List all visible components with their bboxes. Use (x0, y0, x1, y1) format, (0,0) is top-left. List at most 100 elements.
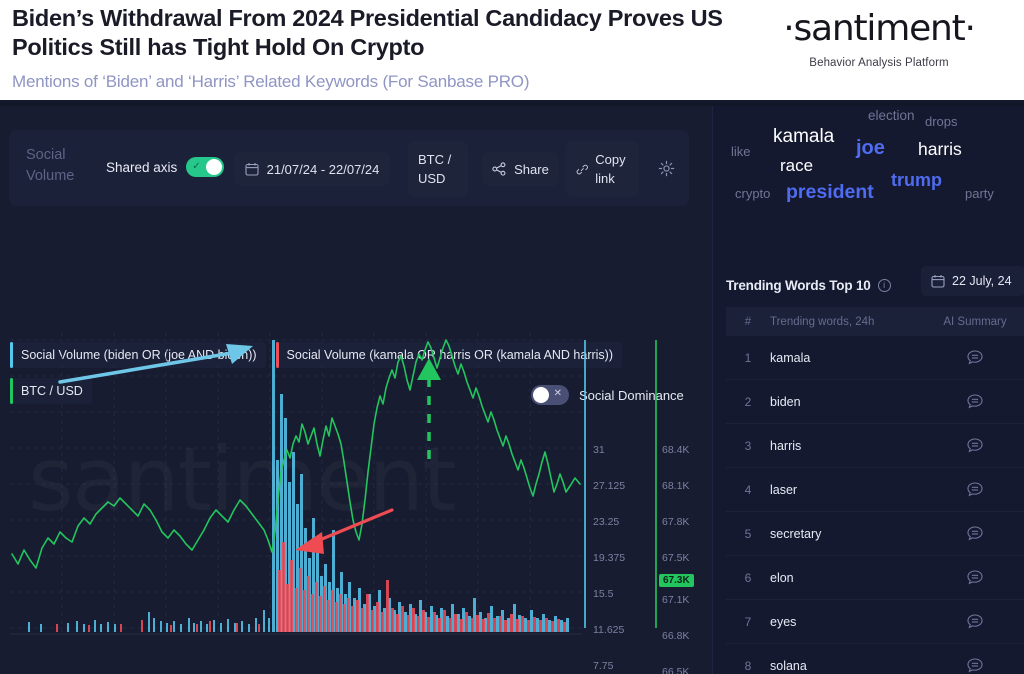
word-cloud[interactable]: election drops kamala joe harris like ra… (713, 106, 1024, 218)
axis-tick: 7.75 (593, 660, 614, 672)
ai-summary-icon[interactable] (966, 481, 984, 499)
table-header-row: # Trending words, 24h AI Summary (726, 307, 1024, 336)
info-icon[interactable]: i (877, 278, 891, 292)
row-word: kamala (770, 350, 811, 365)
copy-link-button[interactable]: Copy link (566, 141, 639, 197)
link-icon (576, 164, 588, 174)
table-row[interactable]: 8 solana (726, 644, 1024, 674)
ai-summary-icon[interactable] (966, 349, 984, 367)
shared-axis-toggle[interactable]: ✓ (186, 157, 225, 177)
row-word: secretary (770, 526, 822, 541)
axis-tick: 67.1K (662, 594, 690, 606)
axis-tick: 68.4K (662, 444, 690, 456)
row-rank: 8 (744, 658, 752, 673)
word-cloud-item[interactable]: kamala (773, 126, 834, 148)
word-cloud-item[interactable]: drops (925, 114, 958, 129)
ai-summary-icon[interactable] (966, 613, 984, 631)
word-cloud-item[interactable]: crypto (735, 186, 770, 201)
axis-tick: 67.8K (662, 516, 690, 528)
row-rank: 3 (744, 438, 752, 453)
word-cloud-item[interactable]: election (868, 108, 915, 123)
axis-tick: 31 (593, 444, 605, 456)
row-rank: 6 (744, 570, 752, 585)
ai-summary-icon[interactable] (966, 437, 984, 455)
row-word: laser (770, 482, 798, 497)
share-icon (492, 162, 506, 176)
row-word: eyes (770, 614, 797, 629)
asset-pair-value: BTC / USD (418, 152, 452, 186)
shared-axis-label: Shared axis (106, 159, 178, 175)
trending-words-title: Trending Words Top 10 (726, 277, 871, 293)
axis-tick: 66.8K (662, 630, 690, 642)
copy-link-label: Copy link (595, 152, 626, 186)
chart-toolbar: Social Volume Shared axis ✓ 21/07/24 - 2… (9, 130, 689, 206)
axis-tick: 15.5 (593, 588, 614, 600)
row-rank: 7 (744, 614, 752, 629)
table-row[interactable]: 1 kamala (726, 336, 1024, 380)
table-row[interactable]: 2 biden (726, 380, 1024, 424)
brand-logo: ·santiment· Behavior Analysis Platform (754, 8, 1004, 69)
share-button[interactable]: Share (482, 152, 559, 186)
axis-tick: 23.25 (593, 516, 620, 528)
calendar-icon (931, 275, 945, 288)
word-cloud-item[interactable]: race (780, 156, 813, 176)
row-rank: 4 (744, 482, 752, 497)
trending-date-picker[interactable]: 22 July, 24 (921, 266, 1024, 296)
ai-summary-icon[interactable] (966, 569, 984, 587)
panel-title: Social Volume (26, 147, 75, 184)
axis-tick: 67.5K (662, 552, 690, 564)
asset-pair-selector[interactable]: BTC / USD (408, 141, 468, 197)
gear-icon (658, 160, 674, 176)
table-row[interactable]: 7 eyes (726, 600, 1024, 644)
check-icon: ✓ (192, 161, 201, 172)
word-cloud-item[interactable]: president (786, 181, 874, 204)
trending-words-table: # Trending words, 24h AI Summary 1 kamal… (726, 307, 1024, 674)
axis-tick: 19.375 (593, 552, 626, 564)
trending-date-value: 22 July, 24 (952, 274, 1012, 288)
col-header-word: Trending words, 24h (770, 315, 875, 328)
table-row[interactable]: 5 secretary (726, 512, 1024, 556)
row-rank: 5 (744, 526, 752, 541)
row-word: biden (770, 394, 801, 409)
page-title: Biden’s Withdrawal From 2024 Presidentia… (12, 5, 723, 60)
word-cloud-item[interactable]: joe (856, 137, 885, 160)
trending-panel: election drops kamala joe harris like ra… (712, 106, 1024, 674)
row-word: elon (770, 570, 794, 585)
axis-tick: 11.625 (593, 624, 625, 636)
date-range-picker[interactable]: 21/07/24 - 22/07/24 (234, 152, 390, 186)
axis-tick: 66.5K (662, 666, 690, 674)
ai-summary-icon[interactable] (966, 657, 984, 674)
axis-tick: 27.125 (593, 480, 626, 492)
word-cloud-item[interactable]: harris (918, 139, 962, 160)
row-rank: 2 (744, 394, 752, 409)
share-label: Share (514, 161, 549, 177)
chart-canvas[interactable]: santiment (10, 332, 710, 672)
col-header-summary: AI Summary (943, 315, 1007, 328)
chart-panel: Social Volume Shared axis ✓ 21/07/24 - 2… (0, 106, 712, 674)
ai-summary-icon[interactable] (966, 525, 984, 543)
page-subtitle: Mentions of ‘Biden’ and ‘Harris’ Related… (12, 72, 530, 91)
date-range-value: 21/07/24 - 22/07/24 (266, 161, 380, 177)
table-row[interactable]: 6 elon (726, 556, 1024, 600)
chart-svg (10, 332, 657, 635)
ai-summary-icon[interactable] (966, 393, 984, 411)
series-bars-biden (28, 340, 569, 632)
brand-tagline: Behavior Analysis Platform (809, 57, 949, 69)
annotation-arrow-red (295, 508, 394, 554)
table-row[interactable]: 4 laser (726, 468, 1024, 512)
word-cloud-item[interactable]: party (965, 186, 994, 201)
word-cloud-item[interactable]: like (731, 144, 751, 159)
axis-tick: 68.1K (662, 480, 690, 492)
settings-button[interactable] (653, 155, 679, 181)
word-cloud-item[interactable]: trump (891, 170, 942, 191)
toggle-knob (206, 159, 223, 175)
col-header-rank: # (744, 315, 752, 328)
shared-axis-control[interactable]: Shared axis ✓ (106, 157, 225, 177)
right-axis-current-badge: 67.3K (659, 574, 694, 587)
app-root: Biden’s Withdrawal From 2024 Presidentia… (0, 0, 1024, 674)
row-word: harris (770, 438, 802, 453)
brand-name: ·santiment· (783, 8, 976, 49)
table-row[interactable]: 3 harris (726, 424, 1024, 468)
row-word: solana (770, 658, 807, 673)
annotation-marker-green (417, 358, 441, 460)
